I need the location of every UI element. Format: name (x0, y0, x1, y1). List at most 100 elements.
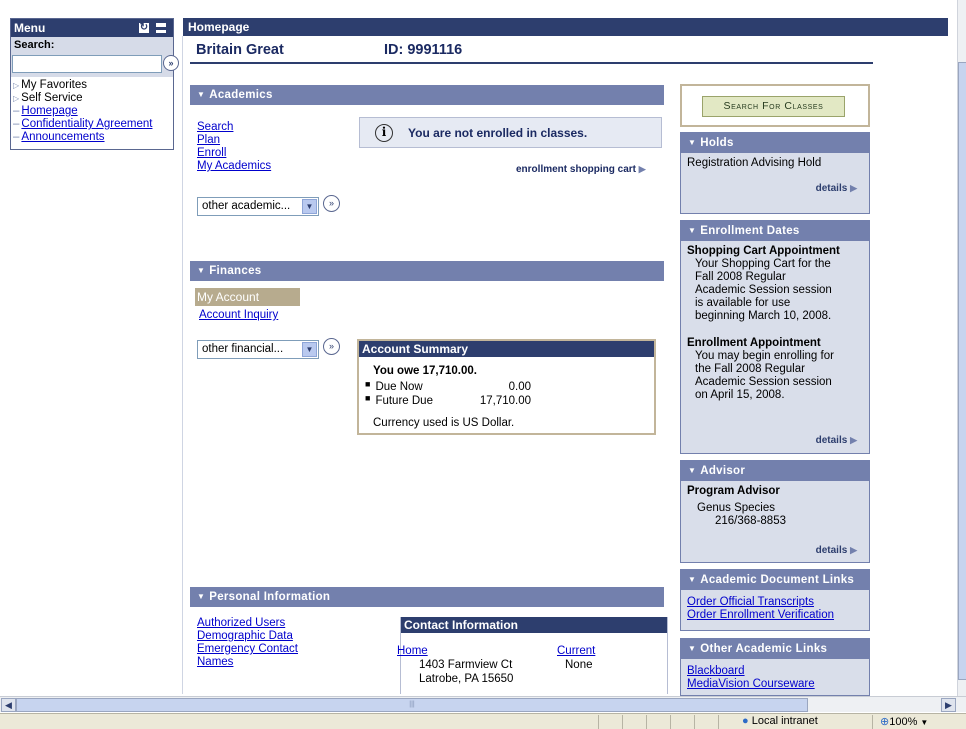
link-mediavision[interactable]: MediaVision Courseware (687, 678, 863, 691)
menu-item-self-service[interactable]: ▷ Self Service (11, 92, 173, 105)
link-emergency-contact[interactable]: Emergency Contact (197, 643, 298, 656)
academics-links: Search Plan Enroll My Academics (197, 121, 271, 173)
menu-list: ▷ My Favorites ▷ Self Service – Homepage – C… (11, 79, 173, 144)
menu-panel: Menu ↻ ▬ Search: » ▷ My Favorites ▷ Self S… (10, 18, 179, 150)
link-search[interactable]: Search (197, 121, 271, 134)
holds-header[interactable]: ▼ Holds (681, 133, 869, 153)
advisor-name: Genus Species (697, 502, 775, 514)
enrollment-dates-box: ▼ Enrollment Dates Shopping Cart Appointm… (680, 220, 870, 454)
contact-title: Contact Information (401, 617, 667, 633)
page-title-bar: Homepage (183, 18, 948, 36)
collapse-icon: ▼ (197, 90, 206, 99)
shopping-cart-appointment-text: Your Shopping Cart for the Fall 2008 Reg… (695, 258, 832, 322)
address-line-1: 1403 Farmview Ct (419, 659, 513, 671)
finances-header[interactable]: ▼ Finances (190, 261, 664, 281)
divider (190, 62, 873, 64)
collapse-icon: ▼ (688, 226, 697, 235)
personal-info-header[interactable]: ▼ Personal Information (190, 587, 664, 607)
other-academic-select[interactable]: other academic... ▼ (197, 197, 319, 216)
vertical-scrollbar[interactable] (957, 0, 966, 696)
menu-search-input[interactable] (12, 55, 162, 73)
link-current[interactable]: Current (557, 645, 595, 657)
contact-information: Contact Information Home 1403 Farmview C… (397, 617, 668, 694)
link-plan[interactable]: Plan (197, 134, 271, 147)
link-home-address[interactable]: Home (397, 645, 428, 657)
personal-links: Authorized Users Demographic Data Emerge… (197, 617, 298, 669)
account-summary: Account Summary You owe 17,710.00. ■ Due … (357, 339, 656, 435)
scroll-right-icon[interactable]: ▶ (941, 698, 956, 712)
link-names[interactable]: Names (197, 656, 298, 669)
scroll-left-icon[interactable]: ◀ (1, 698, 16, 712)
menu-item-my-favorites[interactable]: ▷ My Favorites (11, 79, 173, 92)
academics-header[interactable]: ▼ Academics (190, 85, 664, 105)
link-account-inquiry[interactable]: Account Inquiry (199, 309, 278, 321)
financial-go-icon[interactable]: » (323, 338, 340, 355)
other-links-box: ▼ Other Academic Links Blackboard MediaVi… (680, 638, 870, 696)
link-authorized-users[interactable]: Authorized Users (197, 617, 298, 630)
search-classes-box: Search For Classes (680, 84, 870, 127)
expand-icon: ▷ (13, 81, 20, 90)
collapse-icon: ▼ (197, 266, 206, 275)
link-my-academics[interactable]: My Academics (197, 160, 271, 173)
doc-links-header[interactable]: ▼ Academic Document Links (681, 570, 869, 590)
zoom-icon: ⊕ (880, 716, 890, 728)
tab-my-account[interactable]: My Account (195, 288, 300, 306)
current-value: None (565, 659, 593, 671)
menu-item-confidentiality[interactable]: – Confidentiality Agreement (11, 118, 173, 131)
advisor-details-link[interactable]: details ▶ (816, 545, 857, 556)
arrow-right-icon: ▶ (850, 545, 857, 555)
advisor-title: Program Advisor (687, 485, 780, 497)
shopping-cart-appointment-title: Shopping Cart Appointment (687, 245, 840, 257)
search-go-icon[interactable]: » (163, 55, 179, 71)
scroll-thumb[interactable]: ||| (16, 698, 808, 712)
enrollment-dates-details-link[interactable]: details ▶ (816, 435, 857, 446)
link-enroll[interactable]: Enroll (197, 147, 271, 160)
collapse-icon: ▼ (688, 466, 697, 475)
search-label: Search: (14, 39, 55, 51)
holds-box: ▼ Holds Registration Advising Hold detail… (680, 132, 870, 214)
student-id: ID: 9991116 (384, 42, 463, 58)
globe-icon: ● (742, 715, 749, 727)
student-name: Britain Great (196, 42, 284, 58)
academic-go-icon[interactable]: » (323, 195, 340, 212)
expand-icon: ▷ (13, 94, 20, 103)
menu-search: Search: » (11, 37, 179, 77)
holds-details-link[interactable]: details ▶ (816, 183, 857, 194)
arrow-right-icon: ▶ (638, 164, 646, 174)
collapse-icon: ▼ (688, 138, 697, 147)
other-financial-select[interactable]: other financial... ▼ (197, 340, 319, 359)
currency-note: Currency used is US Dollar. (373, 417, 515, 429)
zoom-level[interactable]: ⊕100% ▼ (880, 715, 928, 728)
address-line-2: Latrobe, PA 15650 (419, 673, 514, 685)
due-now-row: ■ Due Now 0.00 (365, 379, 531, 393)
link-order-transcripts[interactable]: Order Official Transcripts (687, 596, 863, 609)
collapse-icon: ▼ (197, 592, 206, 601)
search-for-classes-button[interactable]: Search For Classes (702, 96, 845, 117)
chevron-down-icon: ▼ (302, 199, 317, 214)
collapse-icon: ▼ (688, 644, 697, 653)
menu-header: Menu ↻ ▬ (11, 19, 173, 37)
advisor-phone: 216/368-8853 (715, 515, 786, 527)
horizontal-scrollbar[interactable]: ◀ ||| ▶ (0, 696, 966, 712)
refresh-icon[interactable]: ↻ (138, 22, 150, 34)
other-links-header[interactable]: ▼ Other Academic Links (681, 639, 869, 659)
link-order-enrollment-verification[interactable]: Order Enrollment Verification (687, 609, 863, 622)
account-summary-title: Account Summary (359, 341, 654, 357)
arrow-right-icon: ▶ (850, 183, 857, 193)
enrollment-cart-link[interactable]: enrollment shopping cart ▶ (516, 164, 646, 175)
chevron-down-icon: ▼ (920, 718, 929, 727)
info-icon: i (375, 124, 393, 142)
enrollment-dates-header[interactable]: ▼ Enrollment Dates (681, 221, 869, 241)
future-due-row: ■ Future Due 17,710.00 (365, 393, 531, 407)
arrow-right-icon: ▶ (850, 435, 857, 445)
link-demographic-data[interactable]: Demographic Data (197, 630, 298, 643)
status-bar: ● Local intranet ⊕100% ▼ (0, 713, 966, 729)
security-zone: ● Local intranet (742, 715, 818, 727)
menu-item-homepage[interactable]: – Homepage (11, 105, 173, 118)
menu-item-announcements[interactable]: – Announcements (11, 131, 173, 144)
doc-links-box: ▼ Academic Document Links Order Official … (680, 569, 870, 631)
minimize-icon[interactable]: ▬ (155, 22, 167, 34)
scroll-thumb[interactable] (958, 62, 966, 680)
link-blackboard[interactable]: Blackboard (687, 665, 863, 678)
advisor-header[interactable]: ▼ Advisor (681, 461, 869, 481)
